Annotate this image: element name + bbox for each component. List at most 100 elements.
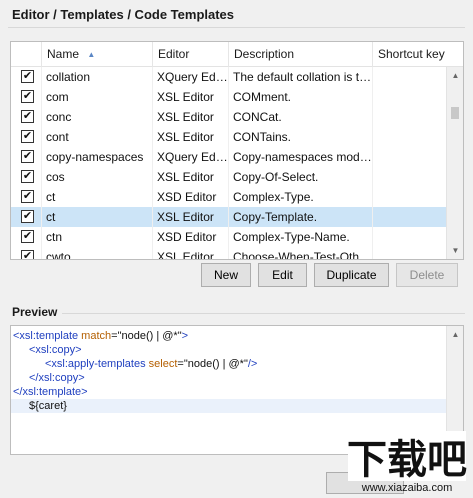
title-divider: [8, 27, 465, 28]
column-header-editor[interactable]: Editor: [152, 42, 228, 67]
code-line: <xsl:copy>: [11, 343, 446, 357]
cell-description: Copy-Of-Select.: [228, 167, 372, 187]
table-row[interactable]: ✔ copy-namespaces XQuery Editor Copy-namesp…: [11, 147, 448, 167]
cell-shortcut: [372, 187, 448, 207]
code-token-val: node() | @*: [187, 358, 244, 370]
preview-divider: [62, 313, 465, 314]
cell-name: collation: [41, 67, 152, 87]
cell-editor: XSL Editor: [152, 107, 228, 127]
cell-shortcut: [372, 207, 448, 227]
code-token-tag: </xsl:copy>: [29, 372, 85, 384]
table-row[interactable]: ✔ conc XSL Editor CONCat.: [11, 107, 448, 127]
code-token-tag: <xsl:template: [13, 330, 82, 342]
cell-name: cos: [41, 167, 152, 187]
column-header-name-label: Name: [47, 47, 80, 61]
watermark-logo: 下载吧 www.xiazaiba.com: [338, 425, 473, 495]
cell-shortcut: [372, 127, 448, 147]
table-vertical-scrollbar[interactable]: ▲ ▼: [446, 67, 463, 259]
cell-name: cwto: [41, 247, 152, 259]
cell-enabled: ✔: [11, 167, 41, 187]
scroll-up-icon[interactable]: ▲: [447, 67, 463, 84]
cell-enabled: ✔: [11, 207, 41, 227]
table-row[interactable]: ✔ ct XSL Editor Copy-Template.: [11, 207, 448, 227]
cell-enabled: ✔: [11, 227, 41, 247]
cell-shortcut: [372, 227, 448, 247]
cell-enabled: ✔: [11, 247, 41, 259]
cell-name: ct: [41, 187, 152, 207]
table-row[interactable]: ✔ ctn XSD Editor Complex-Type-Name.: [11, 227, 448, 247]
scrollbar-thumb[interactable]: [451, 107, 459, 119]
code-token-tag: <xsl:apply-templates: [45, 358, 149, 370]
cell-description: Choose-When-Test-Other...: [228, 247, 372, 259]
code-token-tag: >: [181, 330, 189, 342]
cell-enabled: ✔: [11, 107, 41, 127]
cell-name: copy-namespaces: [41, 147, 152, 167]
cell-description: CONTains.: [228, 127, 372, 147]
table-row[interactable]: ✔ collation XQuery Editor The default colla…: [11, 67, 448, 87]
templates-table[interactable]: Name ▲ Editor Description Shortcut key ✔…: [10, 41, 464, 260]
cell-enabled: ✔: [11, 147, 41, 167]
enabled-checkbox[interactable]: ✔: [21, 210, 34, 223]
edit-button[interactable]: Edit: [258, 263, 307, 287]
table-row[interactable]: ✔ cos XSL Editor Copy-Of-Select.: [11, 167, 448, 187]
cell-description: Copy-namespaces mode c...: [228, 147, 372, 167]
enabled-checkbox[interactable]: ✔: [21, 110, 34, 123]
code-token-tag: </xsl:template>: [13, 386, 88, 398]
cell-description: Copy-Template.: [228, 207, 372, 227]
code-token-attr: select: [148, 358, 178, 370]
enabled-checkbox[interactable]: ✔: [21, 70, 34, 83]
cell-enabled: ✔: [11, 187, 41, 207]
enabled-checkbox[interactable]: ✔: [21, 170, 34, 183]
enabled-checkbox[interactable]: ✔: [21, 90, 34, 103]
cell-name: ct: [41, 207, 152, 227]
code-line: <xsl:template match="node() | @*">: [11, 329, 446, 343]
cell-editor: XSL Editor: [152, 207, 228, 227]
cell-enabled: ✔: [11, 127, 41, 147]
column-header-description[interactable]: Description: [228, 42, 372, 67]
code-line: ${caret}: [11, 399, 446, 413]
code-token-val: =": [111, 330, 122, 342]
enabled-checkbox[interactable]: ✔: [21, 190, 34, 203]
cell-shortcut: [372, 87, 448, 107]
column-header-name[interactable]: Name ▲: [41, 42, 152, 67]
code-token-tag: <xsl:copy>: [29, 344, 82, 356]
cell-description: The default collation is the ...: [228, 67, 372, 87]
table-row[interactable]: ✔ ct XSD Editor Complex-Type.: [11, 187, 448, 207]
preview-section-title: Preview: [12, 305, 58, 319]
cell-editor: XSD Editor: [152, 227, 228, 247]
code-token-val: node() | @*: [121, 330, 178, 342]
enabled-checkbox[interactable]: ✔: [21, 250, 34, 259]
cell-editor: XSL Editor: [152, 167, 228, 187]
cell-enabled: ✔: [11, 67, 41, 87]
cell-shortcut: [372, 67, 448, 87]
cell-shortcut: [372, 107, 448, 127]
svg-text:www.xiazaiba.com: www.xiazaiba.com: [361, 482, 452, 494]
column-header-shortcut[interactable]: Shortcut key: [372, 42, 463, 67]
checkbox-column-header[interactable]: [11, 42, 41, 67]
delete-button[interactable]: Delete: [396, 263, 458, 287]
cell-name: com: [41, 87, 152, 107]
new-button[interactable]: New: [201, 263, 251, 287]
scroll-down-icon[interactable]: ▼: [447, 242, 463, 259]
table-row[interactable]: ✔ cwto XSL Editor Choose-When-Test-Other...: [11, 247, 448, 259]
enabled-checkbox[interactable]: ✔: [21, 130, 34, 143]
code-line: </xsl:template>: [11, 385, 446, 399]
enabled-checkbox[interactable]: ✔: [21, 230, 34, 243]
table-row[interactable]: ✔ com XSL Editor COMment.: [11, 87, 448, 107]
enabled-checkbox[interactable]: ✔: [21, 150, 34, 163]
code-token-val: ${caret}: [29, 400, 67, 412]
table-row[interactable]: ✔ cont XSL Editor CONTains.: [11, 127, 448, 147]
scroll-up-icon[interactable]: ▲: [447, 326, 463, 343]
code-token-attr: match: [81, 330, 112, 342]
code-line: </xsl:copy>: [11, 371, 446, 385]
cell-editor: XQuery Editor: [152, 147, 228, 167]
cell-description: CONCat.: [228, 107, 372, 127]
cell-name: conc: [41, 107, 152, 127]
page-title: Editor / Templates / Code Templates: [12, 7, 235, 22]
duplicate-button[interactable]: Duplicate: [314, 263, 389, 287]
cell-shortcut: [372, 147, 448, 167]
cell-editor: XSL Editor: [152, 87, 228, 107]
cell-name: cont: [41, 127, 152, 147]
code-line: <xsl:apply-templates select="node() | @*…: [11, 357, 446, 371]
code-token-val: =": [177, 358, 188, 370]
